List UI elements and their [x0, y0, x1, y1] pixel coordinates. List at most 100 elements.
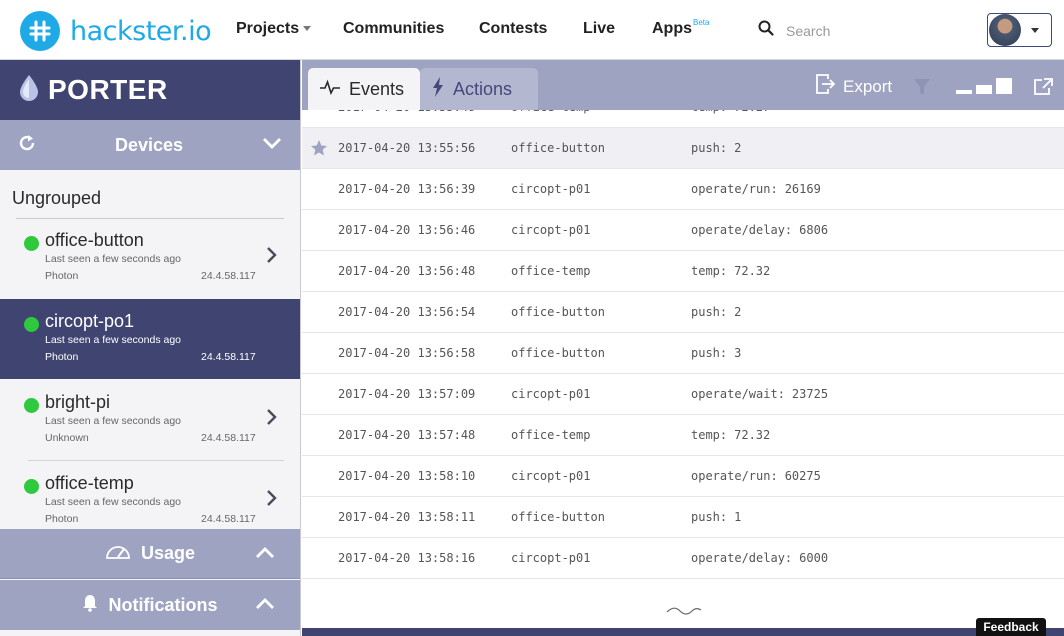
size-large-button[interactable] [996, 78, 1012, 94]
event-row[interactable]: 2017-04-20 13:55:48 office-temp temp: 72.27 [302, 110, 1064, 128]
event-data: temp: 72.32 [691, 264, 770, 278]
size-small-button[interactable] [956, 90, 972, 94]
sidebar: PORTER Devices Ungrouped office-button L… [0, 60, 301, 636]
event-key: operate/delay: [691, 551, 793, 565]
event-value: 2 [734, 141, 742, 155]
event-row[interactable]: 2017-04-20 13:57:09 circopt-p01 operate/wa… [302, 374, 1064, 415]
device-version: 24.4.58.117 [201, 270, 256, 282]
event-row[interactable]: 2017-04-20 13:56:48 office-temp temp: 72.32 [302, 251, 1064, 292]
event-data: temp: 72.27 [691, 110, 770, 114]
feedback-button[interactable]: Feedback [976, 618, 1046, 636]
nav-communities-label: Communities [343, 20, 445, 37]
event-row[interactable]: 2017-04-20 13:58:16 circopt-p01 operate/de… [302, 538, 1064, 579]
usage-label: Usage [140, 543, 196, 563]
event-key: push: [691, 305, 728, 319]
device-last-seen: Last seen a few seconds ago [45, 334, 182, 346]
event-key: push: [691, 141, 728, 155]
event-device: office-temp [511, 264, 591, 278]
event-value: 26169 [784, 182, 821, 196]
nav-projects[interactable]: Projects [236, 20, 312, 38]
popout-icon[interactable] [1033, 78, 1053, 101]
event-row[interactable]: 2017-04-20 13:57:48 office-temp temp: 72.32 [302, 415, 1064, 456]
device-last-seen: Last seen a few seconds ago [45, 415, 182, 427]
event-value: 72.27 [734, 110, 770, 114]
device-last-seen: Last seen a few seconds ago [45, 253, 182, 265]
event-row[interactable]: 2017-04-20 13:56:58 office-button push: 3 [302, 333, 1064, 374]
event-row[interactable]: 2017-04-20 13:58:10 circopt-p01 operate/ru… [302, 456, 1064, 497]
tab-events-label: Events [349, 78, 405, 99]
event-row[interactable]: 2017-04-20 13:56:54 office-button push: 2 [302, 292, 1064, 333]
star-icon[interactable] [310, 139, 328, 160]
user-menu-button[interactable] [987, 13, 1052, 47]
filter-icon[interactable] [913, 78, 931, 101]
event-row[interactable]: 2017-04-20 13:55:56 office-button push: 2 [302, 128, 1064, 169]
event-data: push: 2 [691, 141, 741, 155]
event-data: operate/wait: 23725 [691, 387, 828, 401]
device-version: 24.4.58.117 [201, 432, 256, 444]
notifications-label: Notifications [108, 594, 218, 615]
avatar [989, 14, 1021, 46]
group-label: Ungrouped [12, 188, 102, 208]
bottom-bar [302, 628, 1064, 636]
search-input[interactable] [786, 22, 966, 39]
usage-section[interactable]: Usage [0, 529, 300, 579]
chevron-up-icon[interactable] [255, 546, 275, 565]
event-data: push: 3 [691, 346, 741, 360]
refresh-icon[interactable] [18, 134, 36, 157]
event-timestamp: 2017-04-20 13:56:46 [338, 223, 476, 237]
devices-header[interactable]: Devices [0, 120, 300, 170]
event-timestamp: 2017-04-20 13:57:48 [338, 428, 476, 442]
event-device: circopt-p01 [511, 387, 591, 401]
loading-squiggle-icon [666, 603, 702, 621]
device-type: Unknown [45, 432, 89, 444]
nav-communities[interactable]: Communities [343, 20, 444, 38]
tab-events[interactable]: Events [308, 68, 420, 110]
event-row[interactable]: 2017-04-20 13:58:11 office-button push: 1 [302, 497, 1064, 538]
event-timestamp: 2017-04-20 13:56:58 [338, 346, 476, 360]
device-last-seen: Last seen a few seconds ago [45, 496, 182, 508]
tab-actions[interactable]: Actions [420, 68, 538, 110]
notifications-section[interactable]: Notifications [0, 580, 300, 630]
beta-badge: Beta [693, 18, 710, 27]
event-data: operate/delay: 6806 [691, 223, 828, 237]
size-medium-button[interactable] [976, 85, 992, 94]
brand-logo[interactable]: hackster.io [20, 11, 212, 51]
main-panel: Events Actions Export 2017-04-20 13:55:4… [302, 60, 1064, 636]
chevron-up-icon[interactable] [255, 597, 275, 616]
device-item-circopt-po1[interactable]: circopt-po1 Last seen a few seconds ago … [0, 299, 300, 379]
event-data: push: 1 [691, 510, 741, 524]
event-data: operate/run: 26169 [691, 182, 821, 196]
nav-apps[interactable]: Apps Beta [652, 18, 710, 38]
device-version: 24.4.58.117 [201, 351, 256, 363]
bolt-icon [432, 76, 444, 102]
event-value: 60275 [784, 469, 821, 483]
device-type: Photon [45, 513, 79, 525]
nav-contests[interactable]: Contests [479, 20, 547, 38]
event-device: office-temp [511, 428, 591, 442]
event-value: 72.32 [734, 264, 771, 278]
event-value: 1 [734, 510, 742, 524]
device-name: circopt-po1 [45, 311, 135, 331]
search-icon[interactable] [758, 20, 774, 41]
caret-down-icon [1031, 27, 1039, 33]
device-version: 24.4.58.117 [201, 513, 256, 525]
chevron-right-icon [266, 246, 278, 269]
event-device: circopt-p01 [511, 469, 591, 483]
event-timestamp: 2017-04-20 13:55:48 [338, 110, 475, 114]
device-item-office-button[interactable]: office-button Last seen a few seconds ag… [0, 218, 300, 298]
toolbar: Events Actions Export [302, 60, 1064, 110]
event-device: office-button [511, 305, 605, 319]
device-name: office-button [45, 230, 144, 250]
brand-name: hackster.io [70, 15, 212, 47]
event-row[interactable]: 2017-04-20 13:56:46 circopt-p01 operate/de… [302, 210, 1064, 251]
event-key: operate/run: [691, 182, 778, 196]
device-item-bright-pi[interactable]: bright-pi Last seen a few seconds ago Un… [0, 380, 300, 460]
event-key: temp: [691, 428, 728, 442]
export-button[interactable]: Export [816, 74, 892, 99]
nav-contests-label: Contests [479, 20, 548, 37]
event-row[interactable]: 2017-04-20 13:56:39 circopt-p01 operate/ru… [302, 169, 1064, 210]
nav-live[interactable]: Live [583, 20, 615, 38]
app-title: PORTER [48, 74, 168, 105]
chevron-down-icon[interactable] [262, 136, 282, 155]
event-device: office-button [511, 510, 605, 524]
